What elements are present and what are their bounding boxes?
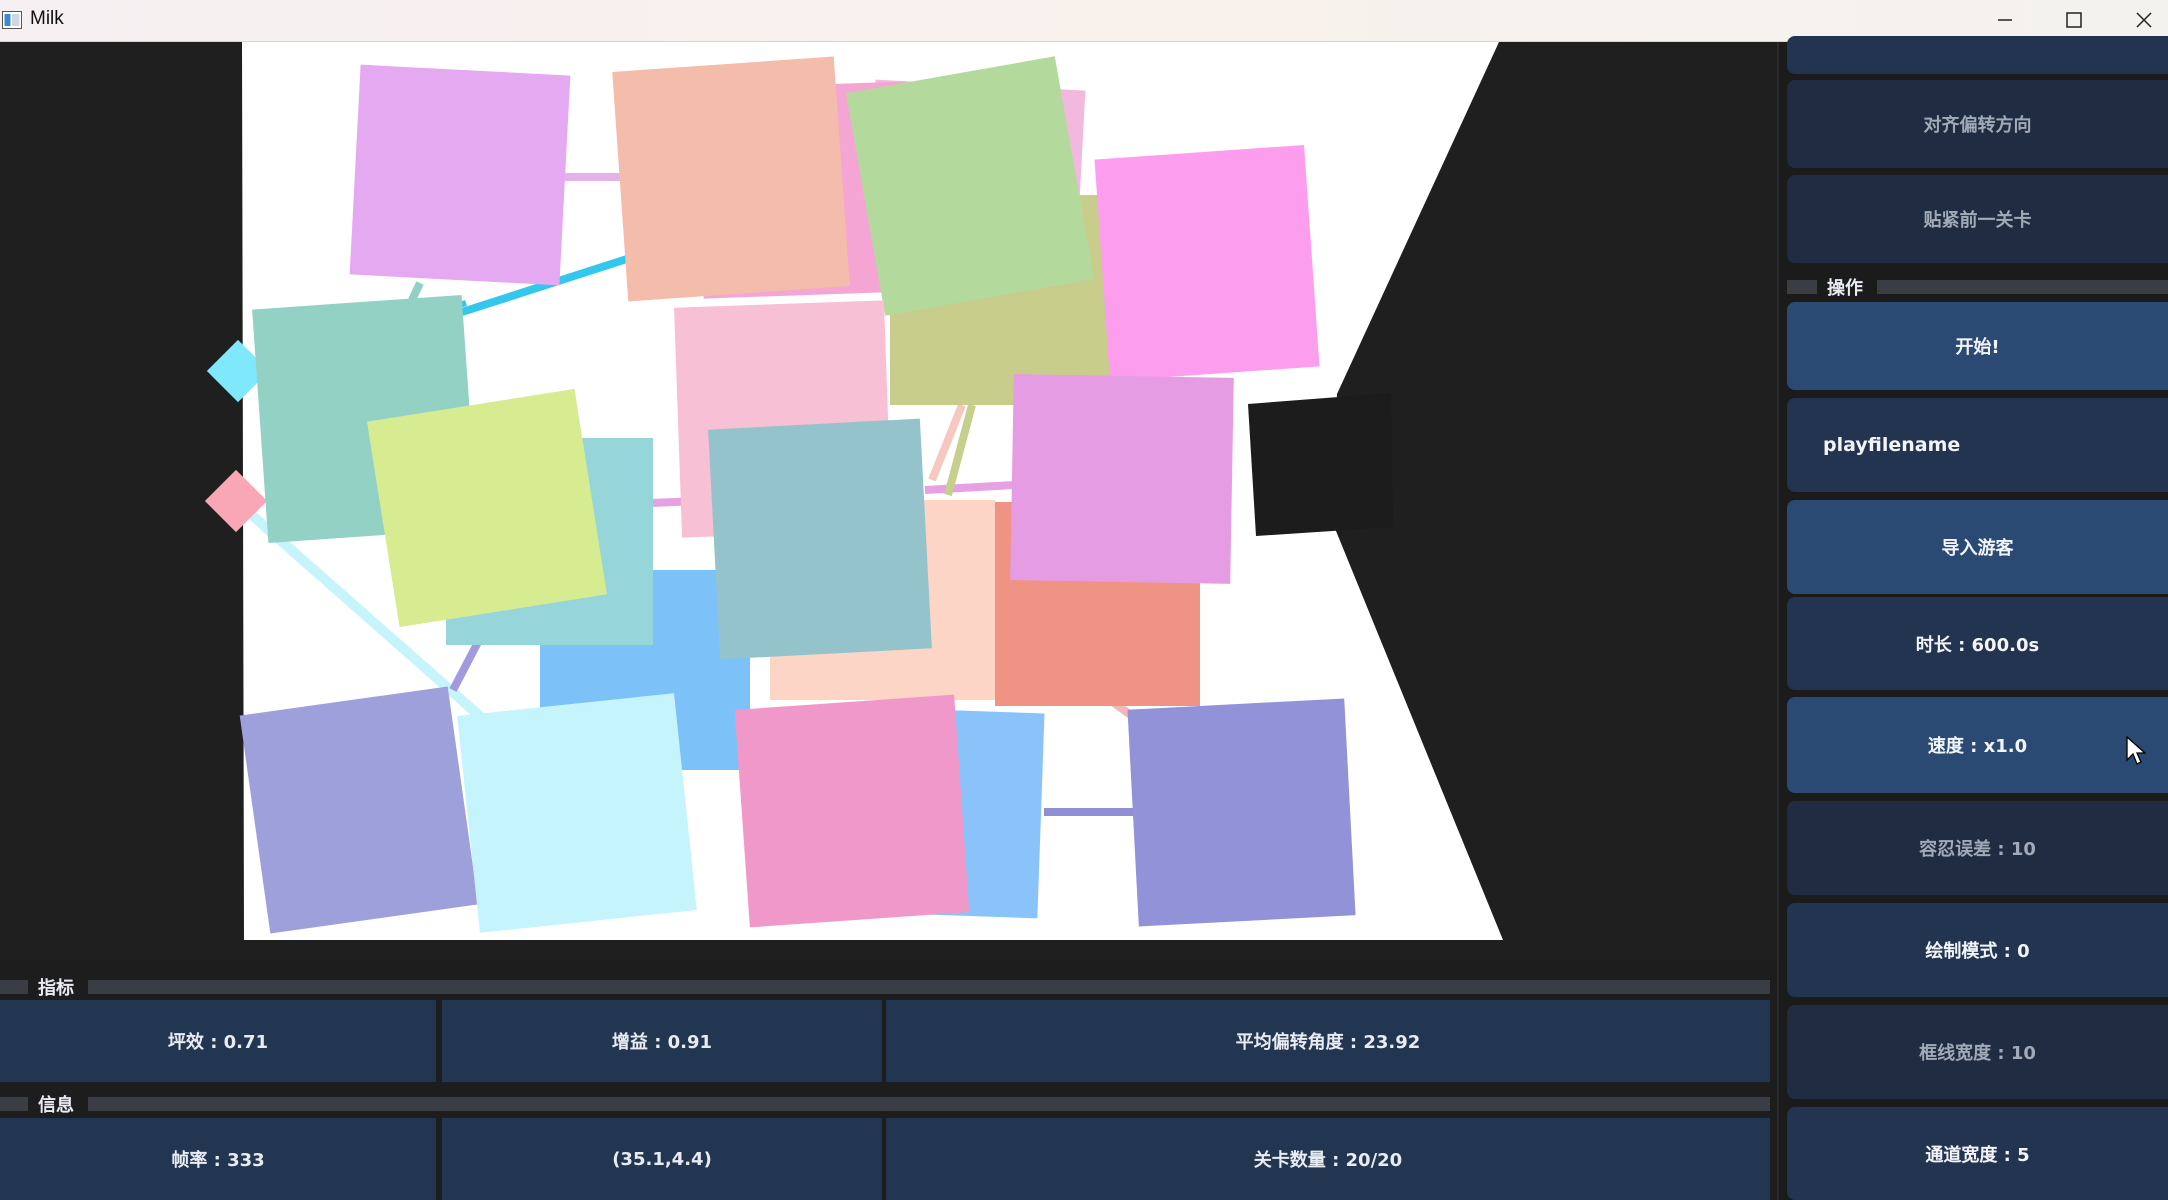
close-button[interactable]	[2110, 0, 2168, 40]
level-block	[708, 418, 932, 660]
start-button[interactable]: 开始!	[1787, 302, 2168, 390]
minimize-button[interactable]	[1972, 0, 2040, 40]
snap-previous-button[interactable]: 贴紧前一关卡	[1787, 175, 2168, 263]
gain-value: 增益 : 0.91	[442, 1000, 882, 1082]
level-block	[612, 56, 850, 302]
level-block	[1010, 374, 1234, 584]
operations-header-label: 操作	[1827, 278, 1863, 299]
level-block	[349, 64, 571, 286]
import-tourist-button[interactable]: 导入游客	[1787, 500, 2168, 594]
duration-button[interactable]: 时长 : 600.0s	[1787, 597, 2168, 690]
window-title: Milk	[30, 8, 64, 29]
channel-line	[924, 481, 1015, 494]
level-block	[1127, 698, 1356, 927]
operations-section-header: 操作	[1787, 274, 2168, 299]
level-block	[1094, 144, 1320, 382]
app-icon	[2, 11, 22, 29]
channel-width-button[interactable]: 通道宽度 : 5	[1787, 1107, 2168, 1200]
playfilename-input[interactable]: playfilename	[1787, 398, 2168, 492]
divider	[0, 980, 28, 994]
draw-mode-button[interactable]: 绘制模式 : 0	[1787, 903, 2168, 997]
frame-width-button[interactable]: 框线宽度 : 10	[1787, 1005, 2168, 1099]
info-header-label: 信息	[38, 1095, 74, 1116]
maximize-button[interactable]	[2040, 0, 2108, 40]
level-block	[845, 56, 1095, 316]
level-block	[734, 694, 970, 928]
metrics-section-header: 指标	[0, 974, 1777, 999]
canvas-area[interactable]	[0, 42, 1777, 960]
level-block	[457, 693, 697, 933]
level-canvas[interactable]	[0, 42, 1777, 960]
maximize-icon	[2066, 12, 2082, 28]
exit-block	[1248, 393, 1393, 536]
fps-value: 帧率 : 333	[0, 1118, 436, 1200]
efficiency-value: 坪效 : 0.71	[0, 1000, 436, 1082]
info-section-header: 信息	[0, 1091, 1777, 1116]
divider	[1787, 280, 1817, 294]
divider	[1877, 280, 2168, 294]
level-blocks	[239, 56, 1356, 934]
align-direction-button[interactable]: 对齐偏转方向	[1787, 80, 2168, 168]
speed-button[interactable]: 速度 : x1.0	[1787, 697, 2168, 793]
level-block	[239, 686, 479, 934]
level-block	[367, 388, 607, 628]
coords-value: (35.1,4.4)	[442, 1118, 882, 1200]
divider	[88, 1097, 1770, 1111]
mouse-cursor-icon	[2126, 736, 2146, 765]
minimize-icon	[1998, 19, 2012, 21]
divider	[0, 1097, 28, 1111]
tolerance-button[interactable]: 容忍误差 : 10	[1787, 801, 2168, 895]
level-count-value: 关卡数量 : 20/20	[886, 1118, 1770, 1200]
divider	[88, 980, 1770, 994]
close-icon	[2136, 12, 2152, 28]
avg-angle-value: 平均偏转角度 : 23.92	[886, 1000, 1770, 1082]
metrics-header-label: 指标	[38, 978, 74, 999]
scrolled-button-partial[interactable]	[1787, 36, 2168, 74]
